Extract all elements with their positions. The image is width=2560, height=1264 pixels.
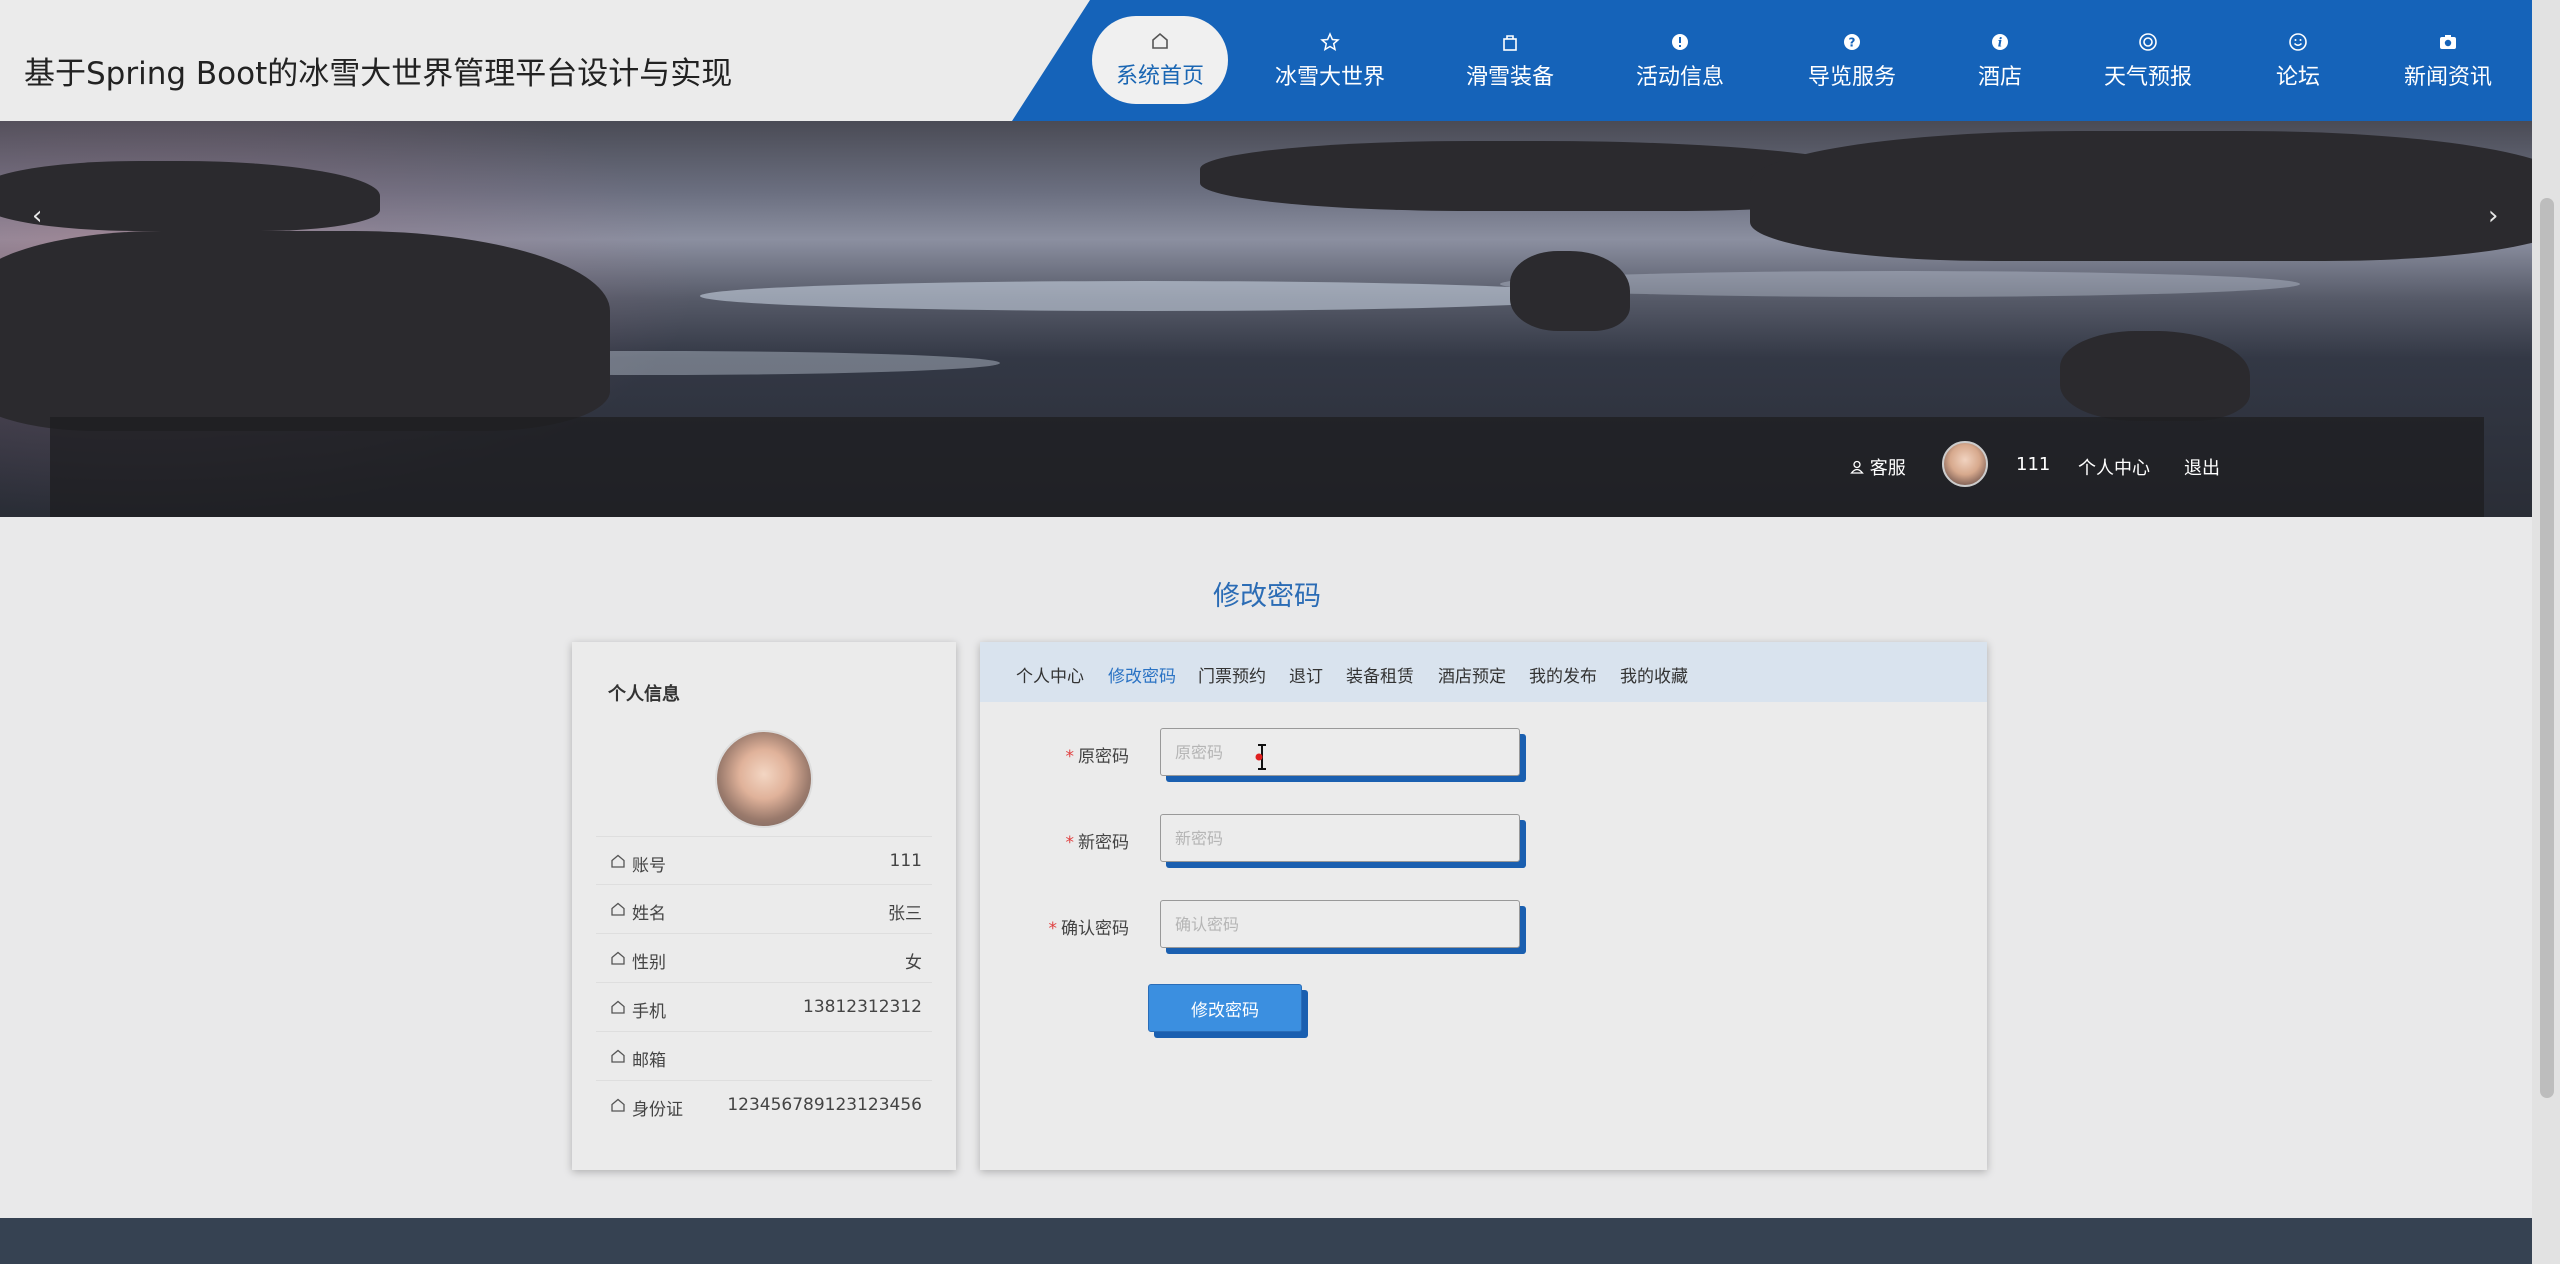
user-bar: 客服 111 个人中心 退出 [50,417,2484,517]
page-title: 修改密码 [1213,581,1321,612]
nav-label: 导览服务 [1807,65,1896,90]
new-password-input[interactable] [1160,814,1520,862]
tab-personal-center[interactable]: 个人中心 [1016,662,1084,687]
old-password-input[interactable] [1160,728,1520,776]
nav-item-activities[interactable]: 活动信息 [1632,14,1728,108]
confirm-password-label: * 确认密码 [1048,919,1130,939]
site-title: 基于Spring Boot的冰雪大世界管理平台设计与实现 [24,56,733,92]
nav-item-news[interactable]: 新闻资讯 [2400,14,2496,108]
page-footer [0,1218,2532,1264]
smile-icon [2287,31,2309,53]
nav-item-home[interactable]: 系统首页 [1092,16,1228,104]
username-label: 111 [2016,454,2051,475]
nav-item-hotel[interactable]: i 酒店 [1976,14,2024,108]
home-icon [610,950,632,971]
profile-row-account: 账号 111 [596,836,932,884]
old-password-label: * 原密码 [1065,747,1130,767]
old-password-row: * 原密码 [980,728,1987,778]
home-icon [610,901,632,922]
banner-next-arrow[interactable]: › [2488,201,2498,231]
nav-item-guide[interactable]: ? 导览服务 [1804,14,1900,108]
tab-ticket-booking[interactable]: 门票预约 [1198,662,1266,687]
nav-item-ski-gear[interactable]: 滑雪装备 [1462,14,1558,108]
hero-banner: ‹ › 客服 111 个人中心 退出 [0,121,2532,517]
home-icon [1149,30,1171,52]
tab-hotel-booking[interactable]: 酒店预定 [1438,662,1506,687]
nav-item-ice-world[interactable]: 冰雪大世界 [1268,14,1392,108]
tab-unsubscribe[interactable]: 退订 [1289,662,1323,687]
question-icon: ? [1841,31,1863,53]
info-icon: i [1989,31,2011,53]
logout-link[interactable]: 退出 [2184,454,2220,480]
nav-label: 活动信息 [1635,65,1724,90]
nav-label: 论坛 [2275,65,2320,90]
tab-change-password[interactable]: 修改密码 [1108,662,1176,687]
change-password-button[interactable]: 修改密码 [1148,984,1302,1032]
camera-icon [2437,31,2459,53]
profile-row-phone: 手机 13812312312 [596,982,932,1030]
customer-service-link[interactable]: 客服 [1850,454,1906,480]
profile-row-gender: 性别 女 [596,933,932,981]
profile-row-name: 姓名 张三 [596,884,932,932]
home-icon [610,999,632,1020]
tab-my-posts[interactable]: 我的发布 [1529,662,1597,687]
password-card: 个人中心 修改密码 门票预约 退订 装备租赁 酒店预定 我的发布 我的收藏 * 原… [980,642,1987,1170]
svg-text:i: i [1998,36,2003,50]
tab-bar: 个人中心 修改密码 门票预约 退订 装备租赁 酒店预定 我的发布 我的收藏 [980,642,1987,702]
nav-label: 新闻资讯 [2403,65,2492,90]
home-icon [610,1048,632,1069]
svg-text:?: ? [1849,36,1856,50]
confirm-password-input[interactable] [1160,900,1520,948]
user-icon [1850,458,1870,479]
nav-label: 冰雪大世界 [1274,65,1385,90]
personal-center-link[interactable]: 个人中心 [2078,454,2150,480]
confirm-password-row: * 确认密码 [980,900,1987,950]
home-icon [610,853,632,874]
nav-item-weather[interactable]: 天气预报 [2100,14,2196,108]
alert-icon [1669,31,1691,53]
bag-icon [1499,31,1521,53]
profile-card: 个人信息 账号 111 姓名 张三 性别 女 手机 13812312312 邮箱… [572,642,956,1170]
nav-label: 系统首页 [1115,64,1204,89]
tab-my-favorites[interactable]: 我的收藏 [1620,662,1688,687]
user-avatar[interactable] [1942,441,1988,487]
new-password-label: * 新密码 [1065,833,1130,853]
nav-label: 天气预报 [2103,65,2192,90]
page-scrollbar[interactable] [2532,0,2560,1264]
home-icon [610,1097,632,1118]
nav-label: 酒店 [1977,65,2022,90]
nav-label: 滑雪装备 [1465,65,1554,90]
profile-row-id-card: 身份证 123456789123123456 [596,1080,932,1128]
lifebuoy-icon [2137,31,2159,53]
tab-equipment-rental[interactable]: 装备租赁 [1346,662,1414,687]
scrollbar-thumb[interactable] [2540,198,2554,1098]
banner-prev-arrow[interactable]: ‹ [32,201,42,231]
new-password-row: * 新密码 [980,814,1987,864]
profile-row-email: 邮箱 [596,1031,932,1079]
profile-avatar [715,730,813,828]
profile-card-title: 个人信息 [608,684,680,705]
star-icon [1319,31,1341,53]
text-cursor-icon [1255,744,1266,770]
nav-item-forum[interactable]: 论坛 [2274,14,2322,108]
